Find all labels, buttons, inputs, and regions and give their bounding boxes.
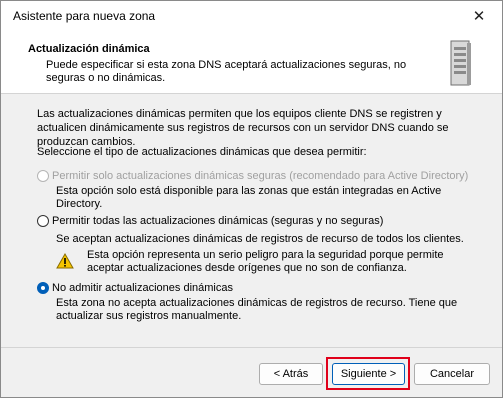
window-title: Asistente para nueva zona <box>13 9 156 23</box>
option-allow-all[interactable]: Permitir todas las actualizaciones dinám… <box>37 215 383 227</box>
option-no-dynamic-description: Esta zona no acepta actualizaciones diná… <box>56 297 458 322</box>
footer-divider <box>1 347 502 348</box>
back-button[interactable]: < Atrás <box>259 363 323 385</box>
option-allow-all-description: Se aceptan actualizaciones dinámicas de … <box>56 233 464 245</box>
radio-no-dynamic[interactable] <box>37 282 49 294</box>
title-bar: Asistente para nueva zona ✕ <box>1 1 502 31</box>
option-no-dynamic-label: No admitir actualizaciones dinámicas <box>52 282 233 294</box>
cancel-button[interactable]: Cancelar <box>414 363 490 385</box>
next-button[interactable]: Siguiente > <box>332 363 405 385</box>
warning-icon <box>56 253 74 269</box>
header-description: Puede especificar si esta zona DNS acept… <box>46 59 407 84</box>
intro-text: Las actualizaciones dinámicas permiten q… <box>37 108 449 148</box>
wizard-header: Actualización dinámica Puede especificar… <box>1 31 502 94</box>
header-title: Actualización dinámica <box>28 43 150 55</box>
prompt-text: Seleccione el tipo de actualizaciones di… <box>37 146 367 158</box>
wizard-window: Asistente para nueva zona ✕ Actualizació… <box>0 0 503 398</box>
close-icon: ✕ <box>472 8 486 25</box>
option-allow-all-warning: Esta opción representa un serio peligro … <box>87 249 444 274</box>
radio-secure-only <box>37 170 49 182</box>
close-button[interactable]: ✕ <box>456 1 502 31</box>
option-allow-all-label: Permitir todas las actualizaciones dinám… <box>52 215 384 227</box>
option-secure-only: Permitir solo actualizaciones dinámicas … <box>37 170 468 182</box>
radio-allow-all[interactable] <box>37 215 49 227</box>
option-secure-only-label: Permitir solo actualizaciones dinámicas … <box>52 170 469 182</box>
server-icon <box>450 40 471 86</box>
option-secure-only-description: Esta opción solo está disponible para la… <box>56 185 442 210</box>
option-no-dynamic[interactable]: No admitir actualizaciones dinámicas <box>37 282 233 294</box>
